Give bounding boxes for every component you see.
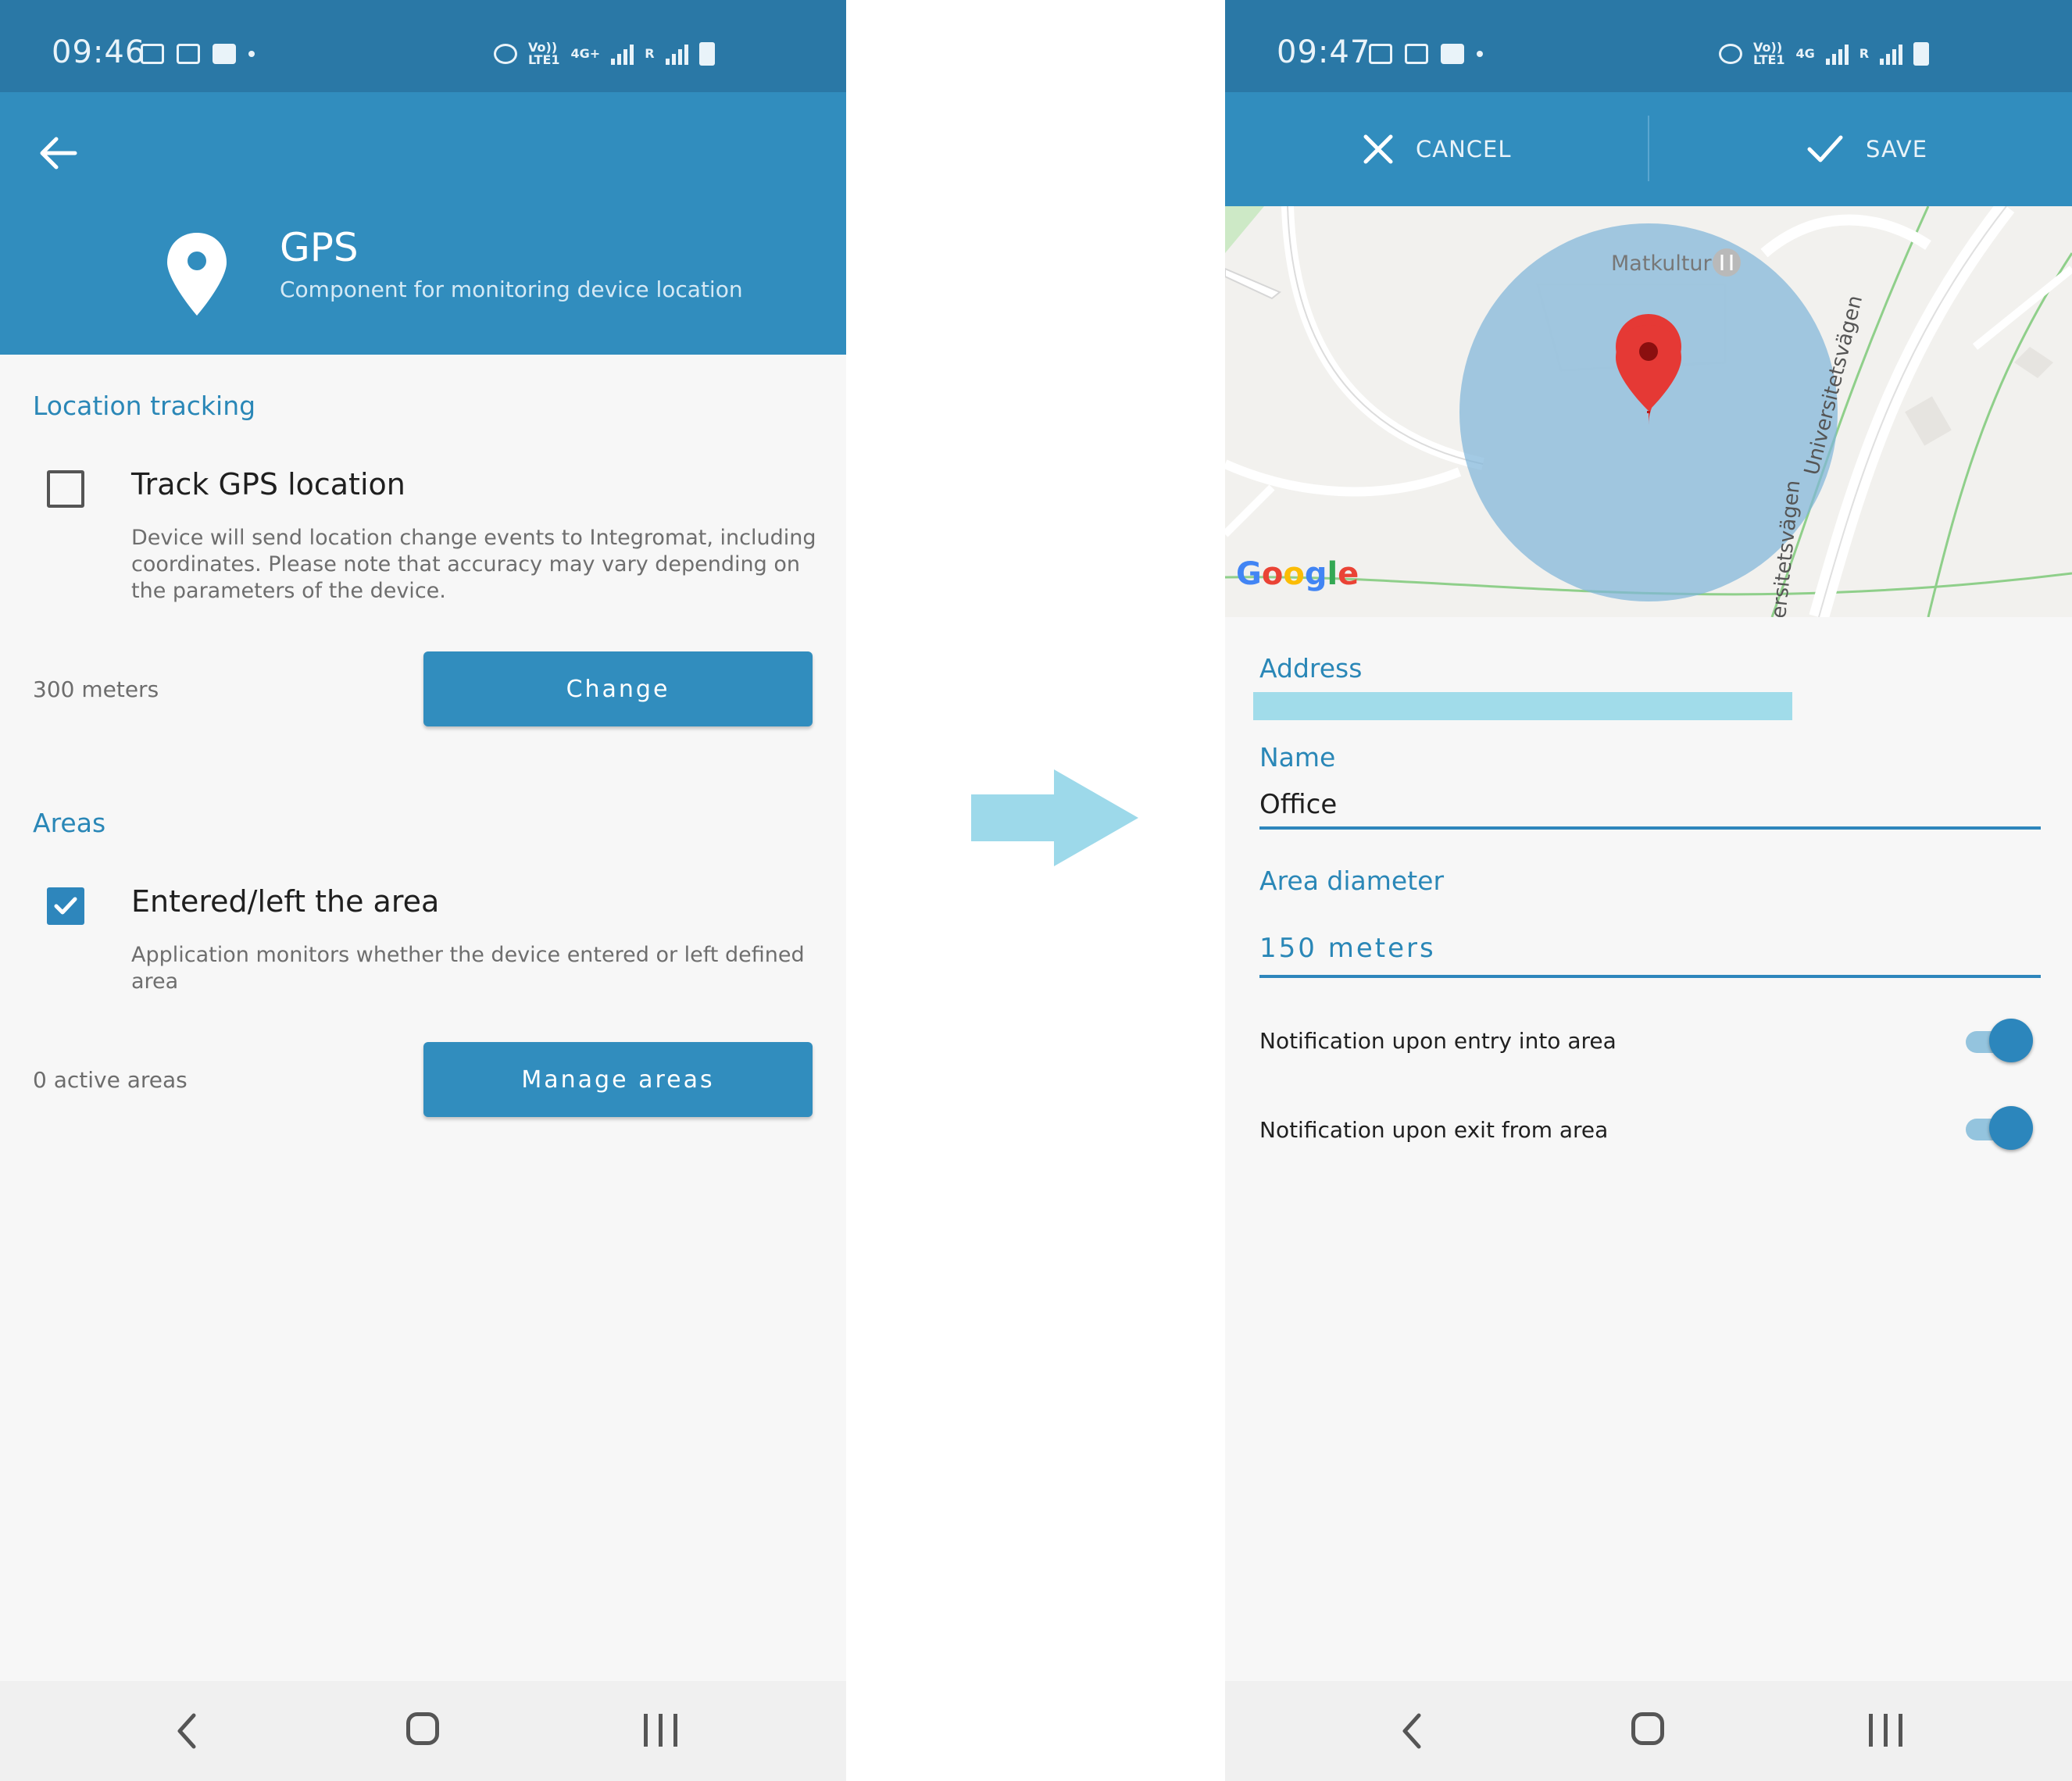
area-map[interactable]: Matkultur Universitetsvägen ersitetsväge… (1225, 206, 2072, 617)
manage-areas-button[interactable]: Manage areas (423, 1042, 813, 1117)
notification-icons (1369, 41, 1483, 67)
entered-left-area-description: Application monitors whether the device … (131, 943, 805, 994)
tracking-radius-value: 300 meters (33, 676, 159, 702)
signal-icon (1825, 43, 1849, 65)
notification-icons (141, 41, 255, 67)
status-bar: 09:47 Vo)) LTE1 4G R (1225, 0, 2072, 92)
mail-icon (141, 44, 164, 64)
lte-label: LTE1 (528, 52, 560, 67)
lte-label: LTE1 (1753, 52, 1785, 67)
signal-icon-2 (665, 43, 688, 65)
nav-home-icon[interactable] (1631, 1712, 1664, 1745)
area-edit-screen: 09:47 Vo)) LTE1 4G R CANCEL SAVE Matkult… (1225, 0, 2072, 1781)
signal-icon (611, 43, 634, 65)
change-button[interactable]: Change (423, 651, 813, 726)
close-icon (1363, 134, 1393, 164)
nav-back-icon[interactable] (1391, 1709, 1434, 1753)
area-diameter-underline (1259, 975, 2041, 978)
gps-settings-screen: 09:46 Vo)) LTE1 4G+ R GPS Component for … (0, 0, 846, 1781)
address-field[interactable] (1253, 692, 1792, 720)
track-gps-description: Device will send location change events … (131, 526, 816, 603)
component-header: GPS Component for monitoring device loca… (0, 92, 846, 355)
area-diameter-input[interactable]: 150 meters (1259, 933, 1436, 964)
page-title: GPS (280, 225, 359, 270)
name-label: Name (1259, 742, 1336, 773)
entry-notification-toggle[interactable] (1966, 1017, 2034, 1064)
google-attribution: G o o g l e (1236, 556, 1359, 592)
track-gps-checkbox[interactable] (47, 470, 84, 508)
location-pin-icon (167, 233, 227, 316)
alarm-icon (1719, 44, 1742, 64)
google-letter-2: o (1261, 556, 1284, 592)
google-letter-4: g (1304, 556, 1327, 592)
name-input-underline (1259, 826, 2041, 830)
battery-icon (1913, 42, 1930, 66)
area-diameter-label: Area diameter (1259, 866, 1445, 896)
google-letter-6: e (1338, 556, 1359, 592)
data-type-label: 4G+ (570, 46, 601, 61)
address-label: Address (1259, 653, 1363, 683)
image-icon (1369, 44, 1392, 64)
system-icons: Vo)) LTE1 4G R (1719, 39, 1930, 69)
data-type-label: 4G (1795, 46, 1815, 61)
exit-notification-label: Notification upon exit from area (1259, 1117, 1609, 1143)
place-label-matkultur: Matkultur (1611, 252, 1712, 276)
name-input[interactable]: Office (1259, 789, 1337, 820)
exit-notification-toggle[interactable] (1966, 1105, 2034, 1151)
active-areas-count: 0 active areas (33, 1067, 188, 1093)
status-time: 09:46 (52, 34, 146, 70)
status-bar: 09:46 Vo)) LTE1 4G+ R (0, 0, 846, 92)
entered-left-area-checkbox[interactable] (47, 887, 84, 925)
transition-arrow-icon (971, 769, 1138, 866)
nav-recent-apps-icon[interactable] (642, 1714, 678, 1747)
areas-section-title: Areas (33, 808, 106, 838)
track-gps-title: Track GPS location (131, 467, 405, 501)
edit-toolbar: CANCEL SAVE (1225, 92, 2072, 206)
google-letter-1: G (1236, 556, 1262, 592)
location-tracking-section-title: Location tracking (33, 391, 256, 421)
image-icon (177, 44, 200, 64)
page-subtitle: Component for monitoring device location (280, 277, 743, 302)
google-letter-3: o (1283, 556, 1305, 592)
nav-home-icon[interactable] (406, 1712, 439, 1745)
status-time: 09:47 (1277, 34, 1371, 70)
more-notifications-icon (248, 51, 255, 57)
more-notifications-icon (1477, 51, 1483, 57)
google-letter-5: l (1327, 556, 1338, 592)
save-label: SAVE (1866, 136, 1928, 162)
toolbar-divider (1648, 116, 1649, 181)
signal-icon-2 (1880, 43, 1903, 65)
arrow-left-icon[interactable] (36, 131, 80, 175)
entered-left-area-title: Entered/left the area (131, 884, 440, 919)
checkmark-icon (1807, 135, 1843, 162)
message-icon (1441, 44, 1464, 64)
roaming-label: R (1859, 46, 1870, 61)
entry-notification-label: Notification upon entry into area (1259, 1028, 1617, 1054)
battery-icon (698, 42, 715, 66)
cancel-button[interactable]: CANCEL (1363, 92, 1512, 206)
save-button[interactable]: SAVE (1806, 92, 1927, 206)
mail-icon (1405, 44, 1428, 64)
navigation-bar (1225, 1681, 2072, 1781)
navigation-bar (0, 1681, 846, 1781)
message-icon (213, 44, 236, 64)
checkmark-icon (54, 897, 77, 915)
nav-back-icon[interactable] (166, 1709, 209, 1753)
alarm-icon (494, 44, 517, 64)
nav-recent-apps-icon[interactable] (1867, 1714, 1903, 1747)
cancel-label: CANCEL (1416, 136, 1512, 162)
roaming-label: R (645, 46, 655, 61)
system-icons: Vo)) LTE1 4G+ R (494, 39, 715, 69)
